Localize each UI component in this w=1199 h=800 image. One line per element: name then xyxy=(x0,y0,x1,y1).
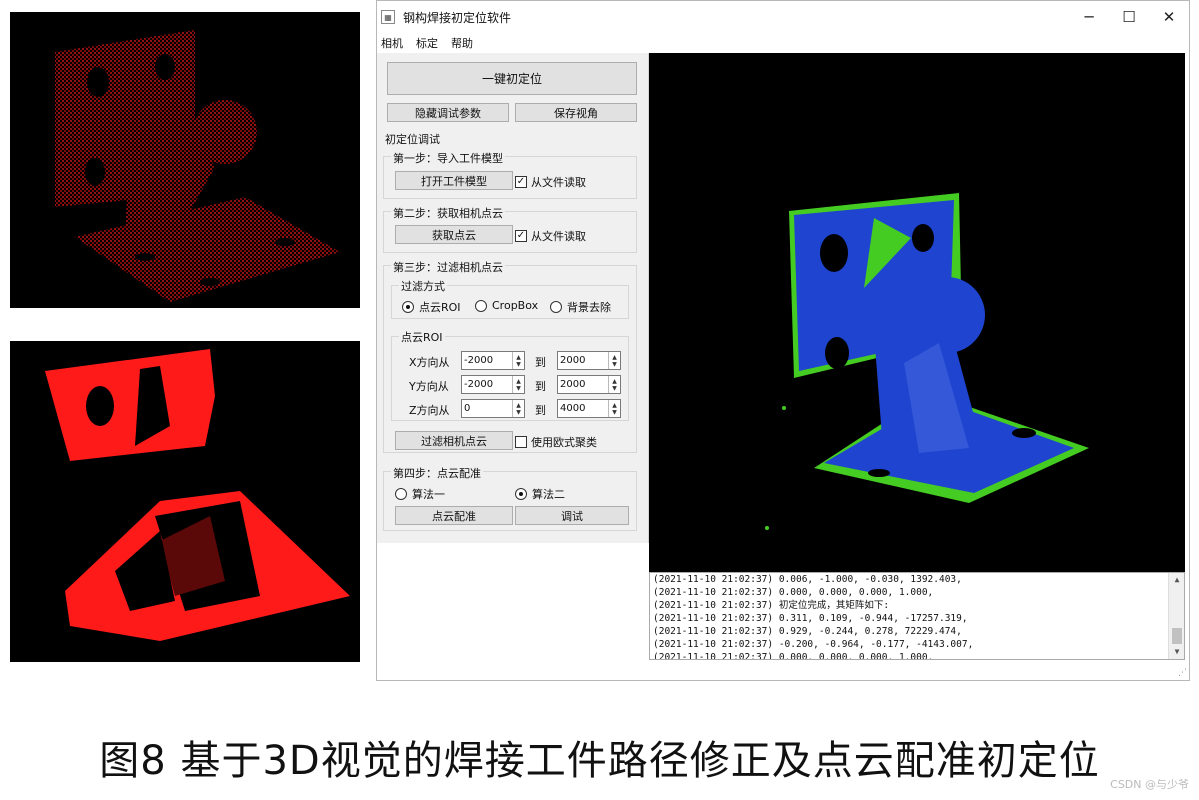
z-to-input[interactable]: 4000 ▲ ▼ xyxy=(557,399,621,418)
window-title: 钢构焊接初定位软件 xyxy=(403,10,512,25)
step2-from-file-checkbox[interactable]: ✓ 从文件读取 xyxy=(515,228,586,244)
get-point-cloud-button[interactable]: 获取点云 xyxy=(395,225,513,244)
spin-arrows-icon[interactable]: ▲ ▼ xyxy=(608,400,620,417)
register-cloud-button[interactable]: 点云配准 xyxy=(395,506,513,525)
close-button[interactable]: ✕ xyxy=(1149,2,1189,32)
camera-point-cloud-drawing xyxy=(45,349,350,641)
scroll-thumb[interactable] xyxy=(1172,628,1182,644)
menu-camera[interactable]: 相机 xyxy=(381,35,403,51)
step2-checkbox-label: 从文件读取 xyxy=(531,230,586,243)
x-from-input[interactable]: -2000 ▲ ▼ xyxy=(461,351,525,370)
z-from-value: 0 xyxy=(464,403,471,414)
minimize-button[interactable]: ─ xyxy=(1069,2,1109,32)
log-output[interactable]: (2021-11-10 21:02:37) 0.006, -1.000, -0.… xyxy=(649,572,1185,660)
z-to-value: 4000 xyxy=(560,403,586,414)
y-to-label: 到 xyxy=(535,380,546,393)
radio-unselected-icon xyxy=(550,301,562,313)
radio-selected-icon xyxy=(402,301,414,313)
app-window: ▦ 钢构焊接初定位软件 ─ ☐ ✕ 相机 标定 帮助 一键初定位 隐藏调试参数 … xyxy=(376,0,1190,681)
radio-unselected-icon xyxy=(395,488,407,500)
y-to-value: 2000 xyxy=(560,379,586,390)
menu-calibration[interactable]: 标定 xyxy=(416,35,438,51)
model-point-cloud-image xyxy=(10,12,360,308)
spin-arrows-icon[interactable]: ▲ ▼ xyxy=(608,376,620,393)
checkbox-checked-icon: ✓ xyxy=(515,230,527,242)
app-icon: ▦ xyxy=(381,10,395,24)
spin-arrows-icon[interactable]: ▲ ▼ xyxy=(512,352,524,369)
menu-bar: 相机 标定 帮助 xyxy=(377,33,1189,53)
spin-arrows-icon[interactable]: ▲ ▼ xyxy=(608,352,620,369)
spin-arrows-icon[interactable]: ▲ ▼ xyxy=(512,376,524,393)
control-panel: 一键初定位 隐藏调试参数 保存视角 初定位调试 第一步：导入工件模型 打开工件模… xyxy=(377,53,649,543)
algorithm-one-label: 算法一 xyxy=(412,488,445,501)
filter-cropbox-label: CropBox xyxy=(492,299,539,312)
debug-section-title: 初定位调试 xyxy=(385,133,440,146)
log-line: (2021-11-10 21:02:37) 初定位完成，其矩阵如下: xyxy=(653,600,890,611)
radio-selected-icon xyxy=(515,488,527,500)
filter-background-label: 背景去除 xyxy=(567,301,611,314)
filter-background-radio[interactable]: 背景去除 xyxy=(550,299,611,315)
step1-from-file-checkbox[interactable]: ✓ 从文件读取 xyxy=(515,174,586,190)
watermark: CSDN @与少爷 xyxy=(1110,778,1189,791)
y-from-label: Y方向从 xyxy=(409,380,449,393)
log-line: (2021-11-10 21:02:37) -0.200, -0.964, -0… xyxy=(653,639,974,650)
log-line: (2021-11-10 21:02:37) 0.000, 0.000, 0.00… xyxy=(653,587,934,598)
one-click-locate-button[interactable]: 一键初定位 xyxy=(387,62,637,95)
roi-group-title: 点云ROI xyxy=(399,329,445,345)
algorithm-two-radio[interactable]: 算法二 xyxy=(515,486,565,502)
euclidean-cluster-label: 使用欧式聚类 xyxy=(531,436,597,449)
filter-roi-label: 点云ROI xyxy=(419,301,461,314)
hide-params-button[interactable]: 隐藏调试参数 xyxy=(387,103,509,122)
step1-title: 第一步：导入工件模型 xyxy=(391,150,505,166)
3d-viewport[interactable] xyxy=(649,53,1185,572)
z-from-input[interactable]: 0 ▲ ▼ xyxy=(461,399,525,418)
maximize-button[interactable]: ☐ xyxy=(1109,2,1149,32)
algorithm-two-label: 算法二 xyxy=(532,488,565,501)
spin-arrows-icon[interactable]: ▲ ▼ xyxy=(512,400,524,417)
title-bar: ▦ 钢构焊接初定位软件 ─ ☐ ✕ xyxy=(377,1,1189,33)
debug-button[interactable]: 调试 xyxy=(515,506,629,525)
x-from-label: X方向从 xyxy=(409,356,450,369)
camera-point-cloud-image xyxy=(10,341,360,662)
z-to-label: 到 xyxy=(535,404,546,417)
step2-title: 第二步：获取相机点云 xyxy=(391,205,505,221)
filter-cropbox-radio[interactable]: CropBox xyxy=(475,299,538,312)
window-controls: ─ ☐ ✕ xyxy=(1069,2,1189,32)
step4-title: 第四步：点云配准 xyxy=(391,465,483,481)
open-model-button[interactable]: 打开工件模型 xyxy=(395,171,513,190)
model-point-cloud-drawing xyxy=(55,30,340,302)
y-from-value: -2000 xyxy=(464,379,494,390)
filter-roi-radio[interactable]: 点云ROI xyxy=(402,299,461,315)
log-line: (2021-11-10 21:02:37) 0.000, 0.000, 0.00… xyxy=(653,652,934,660)
scroll-down-icon[interactable]: ▼ xyxy=(1169,645,1184,659)
registration-result-drawing xyxy=(765,193,1089,530)
menu-help[interactable]: 帮助 xyxy=(451,35,473,51)
radio-unselected-icon xyxy=(475,299,487,312)
resize-grip-icon[interactable]: ⋰ xyxy=(1178,668,1187,678)
step1-checkbox-label: 从文件读取 xyxy=(531,176,586,189)
filter-method-title: 过滤方式 xyxy=(399,278,447,294)
checkbox-unchecked-icon xyxy=(515,436,527,448)
z-from-label: Z方向从 xyxy=(409,404,450,417)
x-to-value: 2000 xyxy=(560,355,586,366)
algorithm-one-radio[interactable]: 算法一 xyxy=(395,486,445,502)
log-line: (2021-11-10 21:02:37) 0.311, 0.109, -0.9… xyxy=(653,613,968,624)
x-to-input[interactable]: 2000 ▲ ▼ xyxy=(557,351,621,370)
checkbox-checked-icon: ✓ xyxy=(515,176,527,188)
scroll-up-icon[interactable]: ▲ xyxy=(1169,573,1184,587)
x-from-value: -2000 xyxy=(464,355,494,366)
log-line: (2021-11-10 21:02:37) 0.929, -0.244, 0.2… xyxy=(653,626,962,637)
y-to-input[interactable]: 2000 ▲ ▼ xyxy=(557,375,621,394)
figure-caption: 图8 基于3D视觉的焊接工件路径修正及点云配准初定位 xyxy=(99,738,1100,784)
euclidean-cluster-checkbox[interactable]: 使用欧式聚类 xyxy=(515,434,597,450)
log-line: (2021-11-10 21:02:37) 0.006, -1.000, -0.… xyxy=(653,574,962,585)
log-scrollbar[interactable]: ▲ ▼ xyxy=(1168,573,1184,659)
save-view-button[interactable]: 保存视角 xyxy=(515,103,637,122)
y-from-input[interactable]: -2000 ▲ ▼ xyxy=(461,375,525,394)
filter-cloud-button[interactable]: 过滤相机点云 xyxy=(395,431,513,450)
step3-title: 第三步：过滤相机点云 xyxy=(391,259,505,275)
x-to-label: 到 xyxy=(535,356,546,369)
